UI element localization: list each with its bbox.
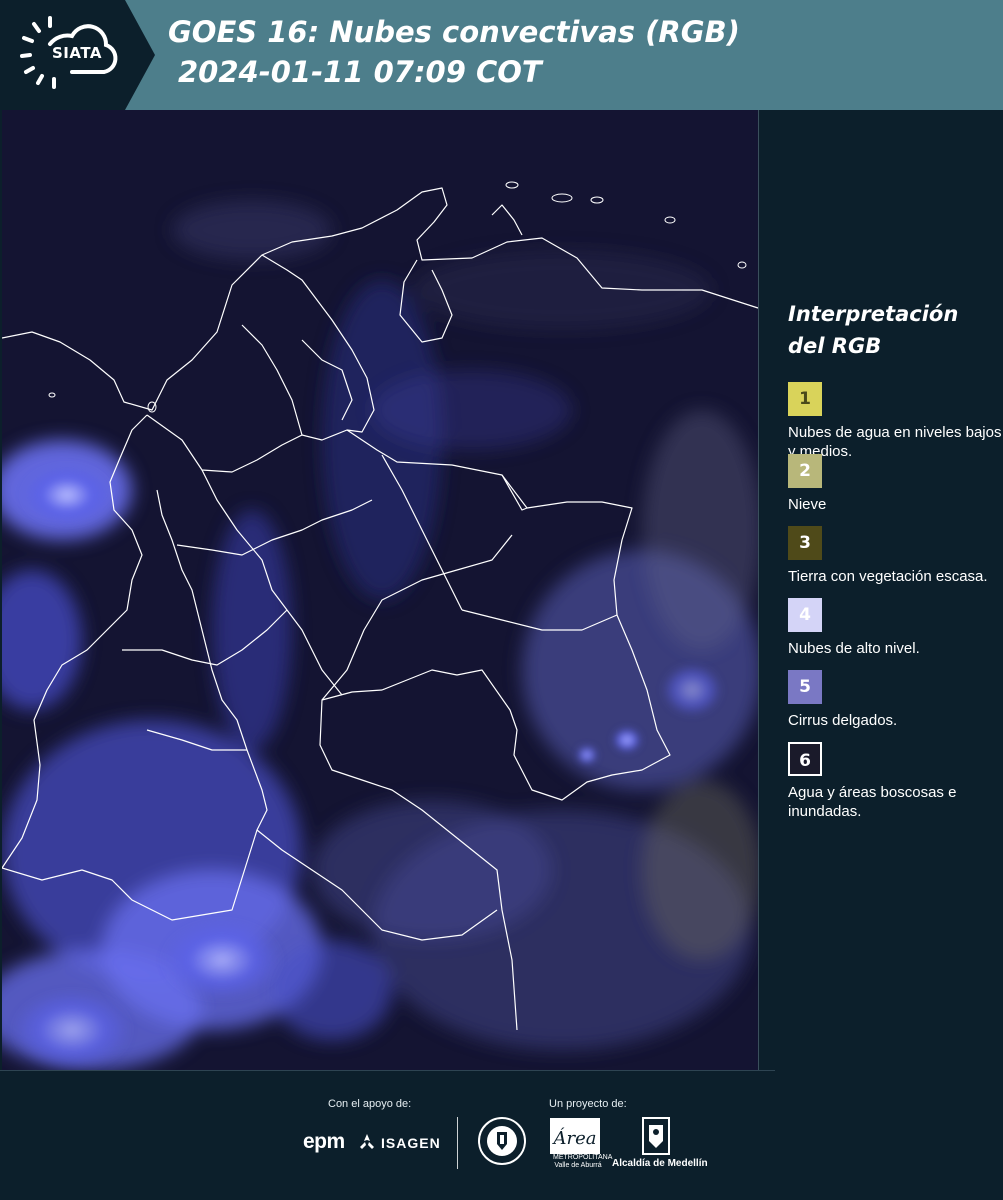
- footer-divider: [457, 1117, 458, 1169]
- map-right-edge: [758, 110, 759, 1070]
- legend-swatch: 4: [788, 598, 822, 632]
- medellin-seal-icon[interactable]: [477, 1116, 527, 1166]
- legend-title-line-2: del RGB: [788, 334, 882, 358]
- legend-swatch: 1: [788, 382, 822, 416]
- legend-swatch: 5: [788, 670, 822, 704]
- title-timestamp: 2024-01-11 07:09 COT: [178, 55, 542, 89]
- area-logo-text: Área: [552, 1126, 597, 1149]
- legend-item: 2 Nieve: [788, 454, 988, 526]
- title-line-1: GOES 16: Nubes convectivas (RGB): [168, 15, 740, 49]
- legend-label: Tierra con vegetación escasa.: [788, 568, 988, 585]
- page-title: GOES 16: Nubes convectivas (RGB) 2024-01…: [168, 12, 988, 92]
- epm-logo[interactable]: epm: [303, 1130, 345, 1154]
- header-bar: SIATA GOES 16: Nubes convectivas (RGB) 2…: [0, 0, 1003, 110]
- footer: Con el apoyo de: Un proyecto de: epm ISA…: [0, 1071, 1003, 1200]
- legend-item: 6 Agua y áreas boscosas e inundadas.: [788, 742, 988, 820]
- area-subtitle: METROPOLITANA Valle de Aburrá: [553, 1154, 613, 1169]
- siata-logo[interactable]: SIATA: [0, 0, 155, 110]
- legend-label: Nieve: [788, 496, 827, 513]
- legend-item: 5 Cirrus delgados.: [788, 670, 988, 742]
- legend-label: Agua y áreas boscosas e inundadas.: [788, 784, 957, 820]
- legend-item: 4 Nubes de alto nivel.: [788, 598, 988, 670]
- area-metropolitana-logo[interactable]: Área: [550, 1118, 600, 1154]
- legend-label: Nubes de alto nivel.: [788, 640, 920, 657]
- support-label: Con el apoyo de:: [328, 1098, 412, 1110]
- isagen-icon: [360, 1134, 374, 1149]
- satellite-map[interactable]: [2, 110, 758, 1070]
- legend-item: 3 Tierra con vegetación escasa.: [788, 526, 988, 598]
- legend-items: 1 Nubes de agua en niveles bajos y medio…: [788, 382, 1002, 820]
- legend-label: Cirrus delgados.: [788, 712, 898, 729]
- legend-title-line-1: Interpretación: [788, 302, 959, 326]
- project-label: Un proyecto de:: [549, 1098, 627, 1110]
- legend-item: 1 Nubes de agua en niveles bajos y medio…: [788, 382, 1002, 460]
- alcaldia-shield-icon[interactable]: [642, 1117, 670, 1155]
- legend-swatch: 2: [788, 454, 822, 488]
- legend-title: Interpretación del RGB: [788, 298, 988, 362]
- logo-text: SIATA: [52, 44, 103, 62]
- rgb-legend: Interpretación del RGB 1 Nubes de agua e…: [788, 298, 1002, 820]
- legend-swatch: 6: [788, 742, 822, 776]
- isagen-logo[interactable]: ISAGEN: [381, 1135, 441, 1151]
- alcaldia-text: Alcaldía de Medellín: [612, 1158, 708, 1169]
- legend-swatch: 3: [788, 526, 822, 560]
- satellite-image: [2, 110, 758, 1070]
